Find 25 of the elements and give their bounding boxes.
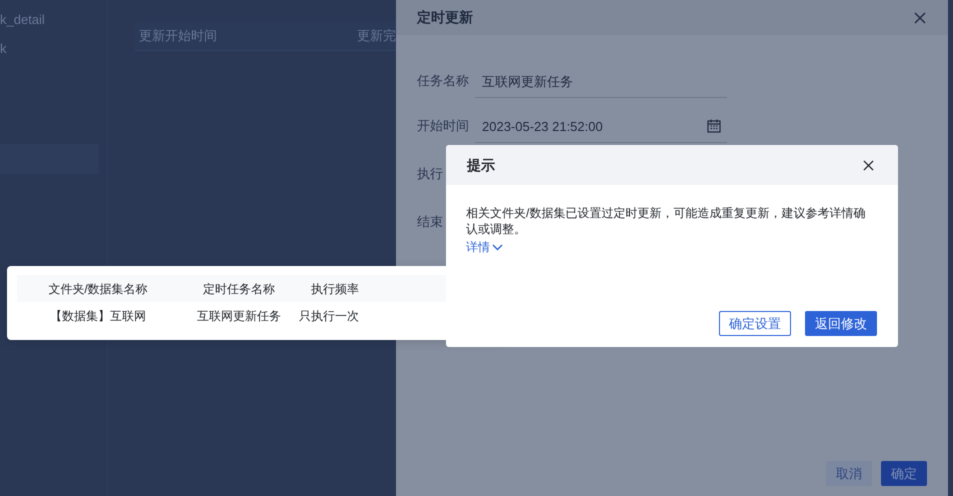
field-label: 执行 xyxy=(417,164,443,182)
field-label: 任务名称 xyxy=(417,72,470,90)
column-header: 文件夹/数据集名称 xyxy=(47,280,149,298)
confirm-button[interactable]: 确定 xyxy=(881,460,927,486)
field-label: 开始时间 xyxy=(417,116,470,134)
close-icon[interactable] xyxy=(863,160,874,170)
input-field[interactable]: 2023-05-23 21:52:00 xyxy=(475,116,727,143)
input-field[interactable]: 互联网更新任务 xyxy=(475,72,727,98)
sidebar-item[interactable]: k xyxy=(0,39,107,68)
column-header: 定时任务名称 xyxy=(202,280,276,298)
dialog-title: 提示 xyxy=(467,156,495,174)
drawer-title: 定时更新 xyxy=(417,8,473,27)
cancel-button[interactable]: 取消 xyxy=(826,460,872,486)
calendar-icon[interactable] xyxy=(707,119,721,134)
field-label: 结束 xyxy=(417,212,443,230)
dialog-message: 相关文件夹/数据集已设置过定时更新，可能造成重复更新，建议参考详情确认或调整。 xyxy=(466,205,866,237)
column-header: 执行频率 xyxy=(310,280,360,298)
chevron-down-icon xyxy=(492,244,503,250)
details-link[interactable]: 详情 xyxy=(466,238,503,256)
table-cell-text: 【数据集】互联网 xyxy=(49,308,147,324)
confirm-settings-button[interactable]: 确定设置 xyxy=(719,310,791,336)
table-cell-text: 只执行一次 xyxy=(299,308,360,324)
return-button[interactable]: 返回修改 xyxy=(805,310,877,336)
sidebar-item[interactable]: k_detail xyxy=(0,10,107,39)
table-cell-text: 互联网更新任务 xyxy=(196,308,282,324)
